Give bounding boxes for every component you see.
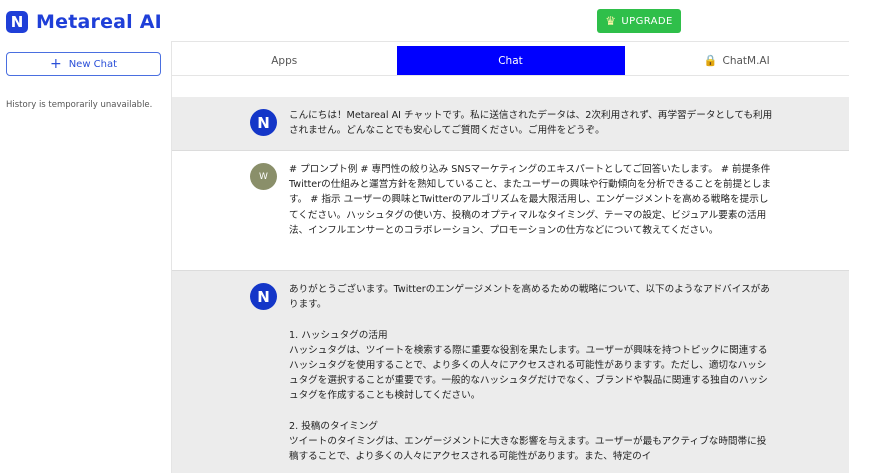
lock-icon: 🔒: [703, 54, 718, 67]
new-chat-button[interactable]: + New Chat: [6, 52, 161, 76]
upgrade-button[interactable]: ♛ UPGRADE: [597, 9, 681, 33]
logo-mark-icon: N: [6, 11, 28, 33]
message-text: ありがとうございます。Twitterのエンゲージメントを高めるための戦略について…: [289, 284, 770, 463]
crown-icon: ♛: [605, 14, 617, 28]
chat-message-list[interactable]: N こんにちは！Metareal AI チャットです。私に送信されたデータは、2…: [172, 97, 849, 473]
assistant-avatar-icon: N: [250, 283, 277, 310]
history-status-text: History is temporarily unavailable.: [6, 100, 153, 110]
assistant-avatar-icon: N: [250, 109, 277, 136]
brand-name: Metareal AI: [36, 11, 162, 33]
plus-icon: +: [49, 56, 62, 72]
upgrade-label: UPGRADE: [621, 15, 673, 27]
message-text: # プロンプト例 # 専門性の絞り込み SNSマーケティングのエキスパートとして…: [289, 164, 774, 236]
user-message: W # プロンプト例 # 専門性の絞り込み SNSマーケティングのエキスパートと…: [172, 151, 849, 271]
message-text: こんにちは！Metareal AI チャットです。私に送信されたデータは、2次利…: [289, 110, 773, 137]
tab-chatm-ai[interactable]: 🔒 ChatM.AI: [625, 46, 850, 75]
tab-apps[interactable]: Apps: [172, 46, 397, 75]
tab-chat[interactable]: Chat: [396, 46, 625, 75]
tab-chat-label: Chat: [498, 54, 523, 67]
tabs-divider: [172, 75, 849, 76]
assistant-message: N こんにちは！Metareal AI チャットです。私に送信されたデータは、2…: [172, 97, 849, 151]
user-avatar: W: [250, 163, 277, 190]
tab-bar: Apps Chat 🔒 ChatM.AI: [172, 46, 849, 75]
assistant-message: N ありがとうございます。Twitterのエンゲージメントを高めるための戦略につ…: [172, 271, 849, 473]
tab-chatm-ai-label: ChatM.AI: [722, 54, 770, 67]
new-chat-label: New Chat: [68, 58, 118, 70]
tab-apps-label: Apps: [271, 54, 298, 67]
header-divider: [172, 41, 849, 42]
brand-logo[interactable]: N Metareal AI: [6, 11, 162, 33]
